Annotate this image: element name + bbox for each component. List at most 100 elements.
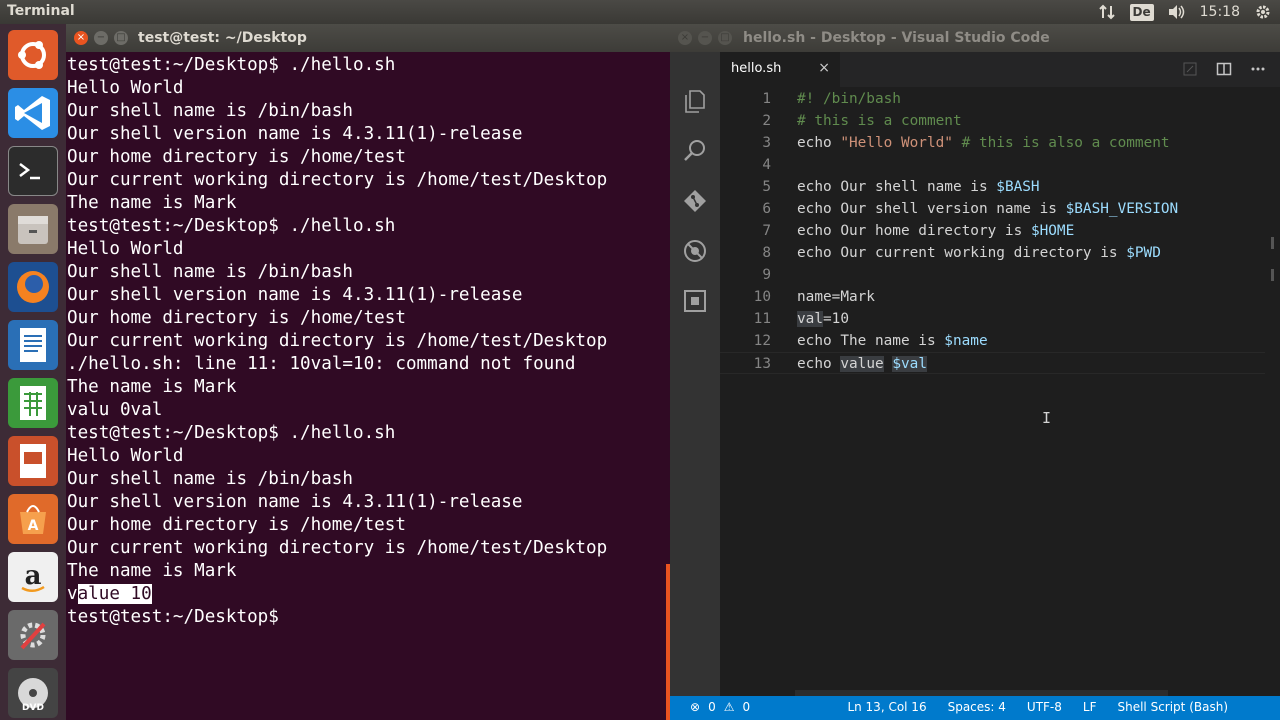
line-number: 5 xyxy=(762,179,771,195)
scrollbar-marker xyxy=(1271,269,1274,281)
amazon-icon[interactable]: a xyxy=(8,552,58,602)
warning-count: 0 xyxy=(742,700,751,714)
software-center-icon[interactable]: A xyxy=(8,494,58,544)
vscode-titlebar[interactable]: × − □ hello.sh - Desktop - Visual Studio… xyxy=(670,24,1280,52)
terminal-line: Our shell version name is 4.3.11(1)-rele… xyxy=(67,285,523,305)
code-token: echo Our shell version name is xyxy=(797,201,1066,217)
terminal-titlebar[interactable]: × − □ test@test: ~/Desktop xyxy=(66,24,670,52)
terminal-icon[interactable] xyxy=(8,146,58,196)
extensions-icon[interactable] xyxy=(682,288,708,314)
terminal-line: Our current working directory is /home/t… xyxy=(67,170,608,190)
terminal-line: test@test:~/Desktop$ ./hello.sh xyxy=(67,55,396,75)
terminal-prompt: test@test:~/Desktop$ xyxy=(67,607,290,627)
tab-hello-sh[interactable]: hello.sh × xyxy=(720,52,840,87)
line-number: 10 xyxy=(753,289,771,305)
terminal-line: Our shell name is /bin/bash xyxy=(67,469,353,489)
code-token: =10 xyxy=(823,311,849,327)
code-token: name=Mark xyxy=(797,289,875,305)
indentation[interactable]: Spaces: 4 xyxy=(948,700,1006,714)
firefox-icon[interactable] xyxy=(8,262,58,312)
terminal-line: Our shell name is /bin/bash xyxy=(67,101,353,121)
debug-icon[interactable] xyxy=(682,238,708,264)
line-number: 11 xyxy=(753,311,771,327)
code-token: $BASH_VERSION xyxy=(1065,201,1179,217)
calc-icon[interactable] xyxy=(8,378,58,428)
warning-icon: ⚠ xyxy=(723,700,735,714)
code-text: echo Our shell version name is $BASH_VER… xyxy=(797,198,1178,220)
terminal-line: Hello World xyxy=(67,239,184,259)
minimize-button[interactable]: − xyxy=(698,31,712,45)
active-app-name: Terminal xyxy=(7,3,75,19)
search-icon[interactable] xyxy=(682,138,708,164)
split-editor-icon[interactable] xyxy=(1216,61,1232,77)
more-actions-icon[interactable] xyxy=(1250,61,1266,77)
svg-text:a: a xyxy=(25,561,42,591)
writer-icon[interactable] xyxy=(8,320,58,370)
code-text: echo Our home directory is $HOME xyxy=(797,220,1074,242)
code-token: echo xyxy=(797,135,841,151)
volume-icon[interactable] xyxy=(1168,3,1186,21)
top-panel: Terminal De 15:18 xyxy=(0,0,1280,24)
cursor-position[interactable]: Ln 13, Col 16 xyxy=(847,700,926,714)
vscode-title: hello.sh - Desktop - Visual Studio Code xyxy=(743,30,1050,46)
terminal-line: Hello World xyxy=(67,78,184,98)
gear-icon[interactable] xyxy=(1254,3,1272,21)
terminal-line: Our home directory is /home/test xyxy=(67,308,406,328)
code-token: $PWD xyxy=(1126,245,1161,261)
maximize-button[interactable]: □ xyxy=(114,31,128,45)
svg-text:A: A xyxy=(28,518,39,534)
terminal-lines: test@test:~/Desktop$ ./hello.sh Hello Wor… xyxy=(67,54,670,583)
network-arrows-icon[interactable] xyxy=(1098,3,1116,21)
ubuntu-dash-icon[interactable] xyxy=(8,30,58,80)
code-text: echo Our shell name is $BASH xyxy=(797,176,1040,198)
code-text: echo The name is $name xyxy=(797,330,988,352)
line-number: 13 xyxy=(753,356,771,372)
maximize-button[interactable]: □ xyxy=(718,31,732,45)
language-mode[interactable]: Shell Script (Bash) xyxy=(1117,700,1228,714)
files-icon[interactable] xyxy=(8,204,58,254)
code-line: 9 xyxy=(720,264,1265,286)
code-line: 11 val=10 xyxy=(720,308,1265,330)
source-control-icon[interactable] xyxy=(682,188,708,214)
minimize-button[interactable]: − xyxy=(94,31,108,45)
code-token: $name xyxy=(944,333,988,349)
line-number: 1 xyxy=(762,91,771,107)
code-text: echo Our current working directory is $P… xyxy=(797,242,1161,264)
impress-icon[interactable] xyxy=(8,436,58,486)
code-line: 6 echo Our shell version name is $BASH_VE… xyxy=(720,198,1265,220)
code-line: 10 name=Mark xyxy=(720,286,1265,308)
code-editor[interactable]: 1 #! /bin/bash 2 # this is a comment 3 echo "… xyxy=(720,87,1280,696)
dvd-icon[interactable]: DVD xyxy=(8,668,58,718)
terminal-selected-line: value 10 xyxy=(67,583,670,606)
clock[interactable]: 15:18 xyxy=(1200,4,1240,20)
terminal-line: Hello World xyxy=(67,446,184,466)
text-cursor-icon: I xyxy=(1042,409,1052,427)
open-changes-icon[interactable] xyxy=(1182,61,1198,77)
terminal-line: Our shell version name is 4.3.11(1)-rele… xyxy=(67,492,523,512)
code-line: 13 echo value $val xyxy=(720,352,1265,374)
terminal-line: ./hello.sh: line 11: 10val=10: command n… xyxy=(67,354,576,374)
system-settings-icon[interactable] xyxy=(8,610,58,660)
vscode-icon[interactable] xyxy=(8,88,58,138)
code-text: echo value $val xyxy=(797,353,927,375)
close-button[interactable]: × xyxy=(678,31,692,45)
terminal-line: valu 0val xyxy=(67,400,163,420)
code-token: #! /bin/bash xyxy=(797,91,901,107)
code-line: 1 #! /bin/bash xyxy=(720,88,1265,110)
explorer-icon[interactable] xyxy=(682,88,708,114)
line-number: 12 xyxy=(753,333,771,349)
activity-bar xyxy=(670,52,720,696)
problems-indicator[interactable]: ⊗ 0 ⚠ 0 xyxy=(690,700,750,714)
line-number: 8 xyxy=(762,245,771,261)
keyboard-layout-indicator[interactable]: De xyxy=(1129,3,1154,21)
terminal-line: Our current working directory is /home/t… xyxy=(67,538,608,558)
line-ending[interactable]: LF xyxy=(1083,700,1097,714)
encoding[interactable]: UTF-8 xyxy=(1027,700,1062,714)
terminal-line: The name is Mark xyxy=(67,377,237,397)
code-text: name=Mark xyxy=(797,286,875,308)
close-button[interactable]: × xyxy=(74,31,88,45)
close-icon[interactable]: × xyxy=(818,60,830,76)
terminal-output[interactable]: test@test:~/Desktop$ ./hello.sh Hello Wor… xyxy=(66,52,670,720)
code-token: val xyxy=(797,311,823,327)
